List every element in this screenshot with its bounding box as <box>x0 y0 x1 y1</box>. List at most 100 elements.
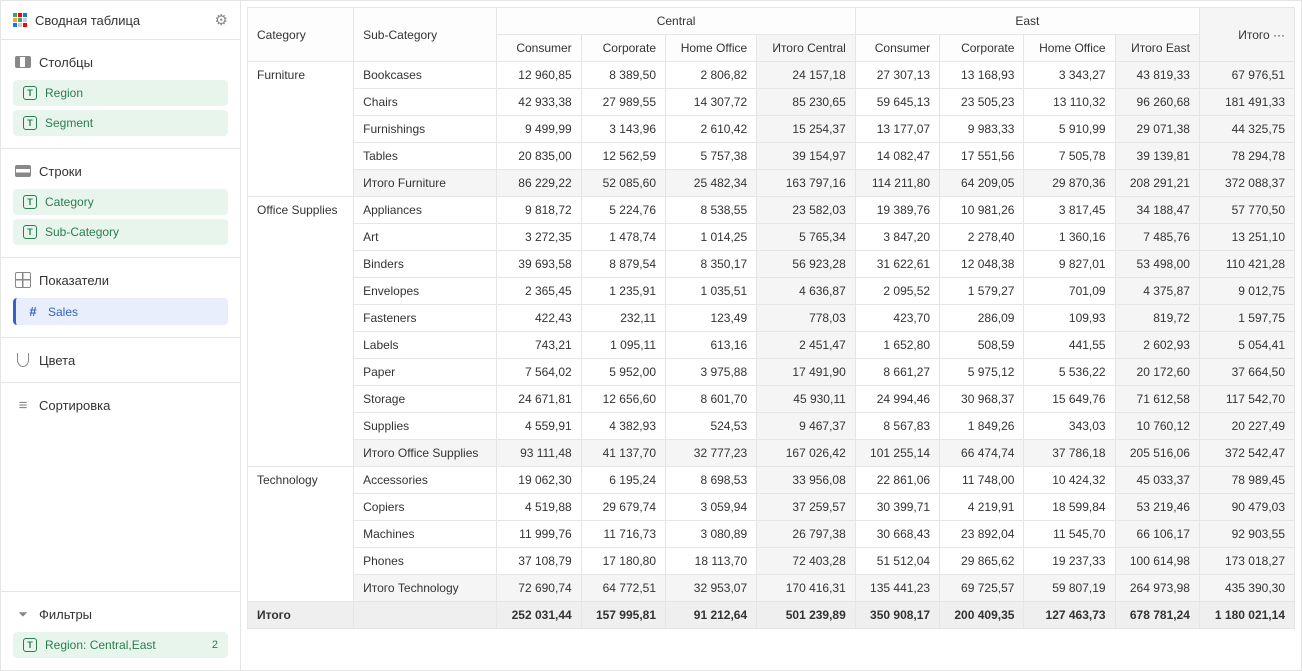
cell-value: 114 211,80 <box>855 170 939 197</box>
header-segment[interactable]: Home Office <box>1024 35 1115 62</box>
cell-value: 286,09 <box>940 305 1024 332</box>
chip-subcategory[interactable]: TSub-Category <box>13 219 228 245</box>
cell-value: 441,55 <box>1024 332 1115 359</box>
cell-region-subtotal: 17 491,90 <box>757 359 856 386</box>
table-row: Envelopes2 365,451 235,911 035,514 636,8… <box>248 278 1295 305</box>
cell-value: 64 772,51 <box>581 575 665 602</box>
cell-grand-total: 78 989,45 <box>1199 467 1294 494</box>
cell-value: 4 519,88 <box>497 494 581 521</box>
cell-region-subtotal: 72 403,28 <box>757 548 856 575</box>
header-region[interactable]: Central <box>497 8 855 35</box>
cell-subcategory: Art <box>354 224 497 251</box>
header-region-subtotal[interactable]: Итого East <box>1115 35 1199 62</box>
header-grand-total[interactable]: Итого ··· <box>1199 8 1294 62</box>
cell-region-subtotal: 56 923,28 <box>757 251 856 278</box>
header-segment[interactable]: Consumer <box>855 35 939 62</box>
pivot-table: CategorySub-CategoryCentralEastИтого ···… <box>247 7 1295 629</box>
cell-value: 5 952,00 <box>581 359 665 386</box>
table-row: Paper7 564,025 952,003 975,8817 491,908 … <box>248 359 1295 386</box>
cell-value: 2 806,82 <box>666 62 757 89</box>
header-segment[interactable]: Consumer <box>497 35 581 62</box>
section-filters: Фильтры T Region: Central,East 2 <box>1 592 240 670</box>
cell-value: 3 847,20 <box>855 224 939 251</box>
section-rows-header[interactable]: Строки <box>1 157 240 185</box>
cell-value: 42 933,38 <box>497 89 581 116</box>
cell-region-subtotal: 71 612,58 <box>1115 386 1199 413</box>
cell-region-subtotal: 7 485,76 <box>1115 224 1199 251</box>
cell-value: 200 409,35 <box>940 602 1024 629</box>
cell-value: 3 080,89 <box>666 521 757 548</box>
chip-sales[interactable]: #Sales <box>13 298 228 325</box>
cell-region-subtotal: 819,72 <box>1115 305 1199 332</box>
settings-gear-icon[interactable]: ⚙ <box>215 11 228 29</box>
cell-value: 39 693,58 <box>497 251 581 278</box>
table-row: Labels743,211 095,11613,162 451,471 652,… <box>248 332 1295 359</box>
section-sort-header[interactable]: Сортировка <box>1 391 240 419</box>
cell-value: 86 229,22 <box>497 170 581 197</box>
cell-subcategory: Supplies <box>354 413 497 440</box>
cell-region-subtotal: 4 375,87 <box>1115 278 1199 305</box>
pivot-icon <box>13 13 27 27</box>
cell-value: 157 995,81 <box>581 602 665 629</box>
header-category[interactable]: Category <box>248 8 354 62</box>
cell-subtotal-label: Итого Furniture <box>354 170 497 197</box>
header-subcategory[interactable]: Sub-Category <box>354 8 497 62</box>
section-measures-header[interactable]: Показатели <box>1 266 240 294</box>
chip-region[interactable]: TRegion <box>13 80 228 106</box>
cell-subtotal-label: Итого Technology <box>354 575 497 602</box>
chip-segment[interactable]: TSegment <box>13 110 228 136</box>
cell-region-subtotal: 2 451,47 <box>757 332 856 359</box>
cell-value: 350 908,17 <box>855 602 939 629</box>
cell-value: 66 474,74 <box>940 440 1024 467</box>
cell-grand-total: 90 479,03 <box>1199 494 1294 521</box>
cell-region-subtotal: 20 172,60 <box>1115 359 1199 386</box>
section-colors-header[interactable]: Цвета <box>1 346 240 374</box>
cell-value: 11 748,00 <box>940 467 1024 494</box>
cell-value: 91 212,64 <box>666 602 757 629</box>
section-measures-label: Показатели <box>39 273 109 288</box>
cell-value: 10 981,26 <box>940 197 1024 224</box>
cell-region-subtotal: 678 781,24 <box>1115 602 1199 629</box>
cell-grand-total: 37 664,50 <box>1199 359 1294 386</box>
cell-subcategory: Appliances <box>354 197 497 224</box>
header-segment[interactable]: Corporate <box>581 35 665 62</box>
cell-grand-total: 92 903,55 <box>1199 521 1294 548</box>
cell-value: 3 343,27 <box>1024 62 1115 89</box>
cell-grand-total: 44 325,75 <box>1199 116 1294 143</box>
cell-value: 12 960,85 <box>497 62 581 89</box>
chip-filter-region[interactable]: T Region: Central,East 2 <box>13 632 228 658</box>
cell-value: 11 545,70 <box>1024 521 1115 548</box>
section-columns-label: Столбцы <box>39 55 93 70</box>
cell-category: Office Supplies <box>248 197 354 467</box>
cell-value: 5 975,12 <box>940 359 1024 386</box>
cell-value: 3 272,35 <box>497 224 581 251</box>
table-row: Supplies4 559,914 382,93524,539 467,378 … <box>248 413 1295 440</box>
chip-category[interactable]: TCategory <box>13 189 228 215</box>
cell-value: 2 365,45 <box>497 278 581 305</box>
header-segment[interactable]: Home Office <box>666 35 757 62</box>
cell-grand-total: 1 180 021,14 <box>1199 602 1294 629</box>
cell-value: 5 224,76 <box>581 197 665 224</box>
cell-value: 59 645,13 <box>855 89 939 116</box>
cell-region-subtotal: 45 033,37 <box>1115 467 1199 494</box>
cell-grand-total: 20 227,49 <box>1199 413 1294 440</box>
section-columns-header[interactable]: Столбцы <box>1 48 240 76</box>
header-region-subtotal[interactable]: Итого Central <box>757 35 856 62</box>
cell-value: 8 601,70 <box>666 386 757 413</box>
header-segment[interactable]: Corporate <box>940 35 1024 62</box>
cell-value: 20 835,00 <box>497 143 581 170</box>
cell-value: 9 983,33 <box>940 116 1024 143</box>
cell-value: 135 441,23 <box>855 575 939 602</box>
cell-value: 11 999,76 <box>497 521 581 548</box>
cell-region-subtotal: 66 106,17 <box>1115 521 1199 548</box>
cell-value: 29 870,36 <box>1024 170 1115 197</box>
colors-icon <box>15 352 31 368</box>
cell-grand-total: 173 018,27 <box>1199 548 1294 575</box>
section-filters-header[interactable]: Фильтры <box>1 600 240 628</box>
header-region[interactable]: East <box>855 8 1199 35</box>
cell-region-subtotal: 100 614,98 <box>1115 548 1199 575</box>
cell-value: 30 668,43 <box>855 521 939 548</box>
cell-value: 29 865,62 <box>940 548 1024 575</box>
cell-region-subtotal: 96 260,68 <box>1115 89 1199 116</box>
sort-icon <box>15 397 31 413</box>
